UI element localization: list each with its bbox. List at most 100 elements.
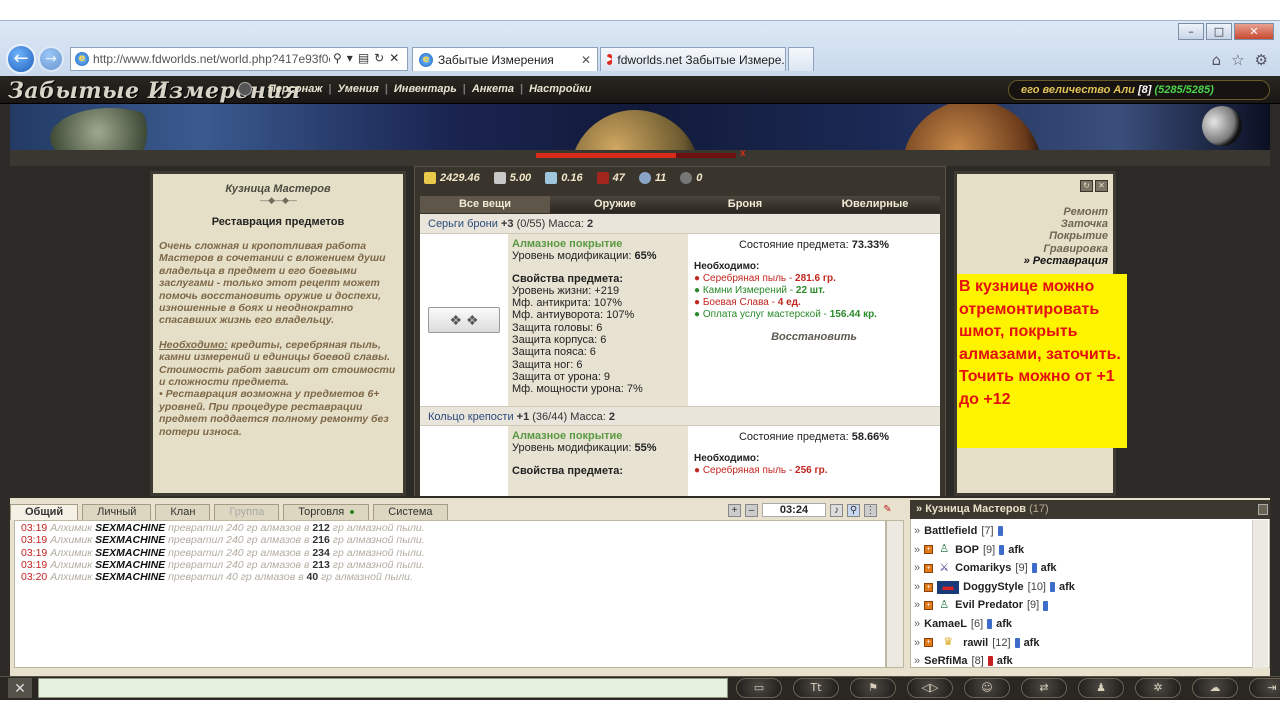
user-row[interactable]: » + ▬ DoggyStyle [10] afk	[914, 578, 1250, 597]
close-window-icon[interactable]: ✕	[1234, 23, 1274, 40]
info-icon[interactable]	[987, 619, 993, 630]
restore-button[interactable]: Восстановить	[694, 331, 934, 343]
brush-icon[interactable]: ✎	[881, 504, 894, 517]
need-line: ● Боевая Слава - 4 ед.	[694, 297, 801, 308]
userlist-settings-icon[interactable]	[1258, 504, 1268, 515]
menu-character[interactable]: Персонаж	[268, 83, 322, 95]
msg-text: превратил 240 гр алмазов в 213 гр алмазн…	[168, 559, 425, 571]
bottom-actions: ▭ Tt ⚑ ◁▷ ☺ ⇄ ♟ ✲ ☁ ⇥	[736, 678, 1280, 698]
tab-jewelry[interactable]: Ювелирные	[810, 196, 940, 213]
menu-profile[interactable]: Анкета	[472, 83, 514, 95]
user-name[interactable]: DoggyStyle	[963, 578, 1024, 597]
user-row[interactable]: » + ♙ Evil Predator [9]	[914, 596, 1250, 615]
user-name[interactable]: BOP	[955, 541, 979, 560]
favorites-star-icon[interactable]: ☆	[1231, 51, 1244, 69]
user-name[interactable]: SeRfiMa	[924, 652, 967, 671]
user-name[interactable]: KamaeL	[924, 615, 967, 634]
user-row[interactable]: » + ⚔ Comarikys [9] afk	[914, 559, 1250, 578]
user-name[interactable]: rawil	[963, 634, 988, 653]
user-name[interactable]: Comarikys	[955, 559, 1011, 578]
browser-tab-2[interactable]: ▶ fdworlds.net Забытые Измере...	[600, 47, 786, 71]
close-panel-icon[interactable]: ✕	[1095, 180, 1108, 192]
nav-sharpen[interactable]: Заточка	[960, 218, 1108, 230]
sound-toggle-icon[interactable]: ◁▷	[907, 678, 953, 698]
player-badge[interactable]: его величество Али [8] (5285/5285)	[1008, 80, 1270, 100]
clear-input-icon[interactable]: ✕	[8, 678, 32, 698]
chat-input[interactable]	[38, 678, 728, 698]
user-row[interactable]: » KamaeL [6] afk	[914, 615, 1250, 634]
smiley-icon[interactable]: ☺	[964, 678, 1010, 698]
msg-nick[interactable]: SEXMACHINE	[95, 522, 165, 534]
sound-icon[interactable]: ♪	[830, 503, 843, 517]
msg-nick[interactable]: SEXMACHINE	[95, 534, 165, 546]
translit-icon[interactable]: Tt	[793, 678, 839, 698]
user-name[interactable]: Evil Predator	[955, 596, 1023, 615]
chat-controls: + – 03:24 ♪ ⚲ ⋮ ✎	[728, 503, 894, 517]
user-row[interactable]: » Battlefield [7]	[914, 522, 1250, 541]
hp-bar-close-icon[interactable]: x	[740, 148, 746, 159]
tab-weapons[interactable]: Оружие	[550, 196, 680, 213]
nav-repair[interactable]: Ремонт	[960, 206, 1108, 218]
exit-icon[interactable]: ⇥	[1249, 678, 1280, 698]
msg-nick[interactable]: SEXMACHINE	[95, 571, 165, 583]
chat-tab-trade[interactable]: Торговля	[283, 504, 370, 520]
nav-engraving[interactable]: Гравировка	[960, 243, 1108, 255]
user-name[interactable]: Battlefield	[924, 522, 977, 541]
swap-icon[interactable]: ⇄	[1021, 678, 1067, 698]
menu-inventory[interactable]: Инвентарь	[394, 83, 457, 95]
world-icon[interactable]: ☁	[1192, 678, 1238, 698]
info-icon[interactable]	[987, 656, 993, 667]
menu-skills[interactable]: Умения	[338, 83, 379, 95]
nav-restoration[interactable]: » Реставрация	[960, 255, 1108, 267]
info-icon[interactable]	[1031, 563, 1037, 574]
menu-settings[interactable]: Настройки	[529, 83, 591, 95]
back-arrow-icon[interactable]: ←	[6, 44, 36, 74]
refresh-icon[interactable]: ↻	[374, 51, 384, 65]
earrings-icon[interactable]: ❖ ❖	[428, 307, 500, 333]
info-icon[interactable]	[1043, 600, 1049, 611]
tab-armor[interactable]: Броня	[680, 196, 810, 213]
chat-tab-general[interactable]: Общий	[10, 504, 79, 520]
filter-icon[interactable]: ⚲	[847, 503, 860, 517]
info-icon[interactable]	[997, 526, 1003, 537]
chat-tab-system[interactable]: Система	[373, 504, 448, 520]
info-icon[interactable]	[1050, 582, 1055, 593]
chat-tab-group[interactable]: Группа	[214, 504, 280, 520]
chat-tab-clan[interactable]: Клан	[155, 504, 211, 520]
nav-coating[interactable]: Покрытие	[960, 230, 1108, 242]
user-row[interactable]: » + ♙ BOP [9] afk	[914, 541, 1250, 560]
new-tab-button[interactable]	[788, 47, 814, 71]
forward-arrow-icon[interactable]: →	[38, 46, 64, 72]
options-icon[interactable]: ⋮	[864, 503, 877, 517]
close-tab-icon[interactable]: ✕	[581, 53, 591, 67]
user-row[interactable]: » + ♛ rawil [12] afk	[914, 634, 1250, 653]
refresh-icon[interactable]: ↻	[1080, 180, 1093, 192]
home-icon[interactable]: ⌂	[1212, 51, 1222, 69]
minus-icon[interactable]: –	[745, 503, 758, 517]
tab-all-items[interactable]: Все вещи	[420, 196, 550, 213]
character-icon[interactable]: ♟	[1078, 678, 1124, 698]
info-icon[interactable]	[999, 544, 1005, 555]
chat-bubble-icon[interactable]: ▭	[736, 678, 782, 698]
maximize-icon[interactable]: □	[1206, 23, 1232, 40]
stop-icon[interactable]: ✕	[389, 51, 399, 65]
plus-icon[interactable]: +	[728, 503, 741, 517]
search-icon[interactable]: ⚲	[333, 51, 342, 65]
gear-icon[interactable]: ✲	[1135, 678, 1181, 698]
browser-tab-1[interactable]: e Забытые Измерения ✕	[412, 47, 598, 71]
user-level: [10]	[1027, 580, 1046, 593]
chat-tab-private[interactable]: Личный	[82, 504, 152, 520]
msg-nick[interactable]: SEXMACHINE	[95, 559, 165, 571]
info-icon[interactable]	[1014, 637, 1020, 648]
msg-nick[interactable]: SEXMACHINE	[95, 547, 165, 559]
user-row[interactable]: » SeRfiMa [8] afk	[914, 652, 1250, 671]
users-icon[interactable]: ⚑	[850, 678, 896, 698]
dropdown-icon[interactable]: ▾	[347, 51, 353, 65]
minimize-icon[interactable]: –	[1178, 23, 1204, 40]
stones: 11	[638, 172, 666, 184]
chat-scrollbar[interactable]	[886, 520, 904, 668]
settings-gear-icon[interactable]: ⚙	[1255, 51, 1268, 69]
token-value: 0	[696, 172, 703, 184]
compat-view-icon[interactable]: ▤	[358, 51, 369, 65]
userlist-scrollbar[interactable]	[1252, 520, 1268, 668]
